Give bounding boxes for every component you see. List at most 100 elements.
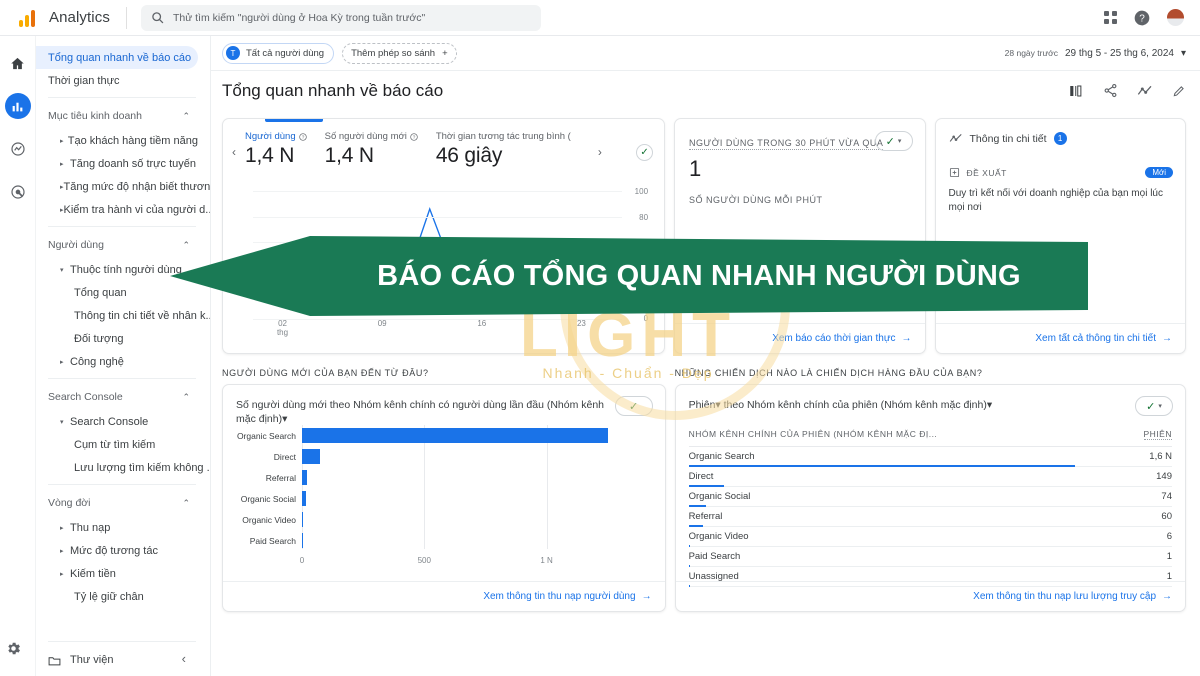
audience-chip[interactable]: T Tất cả người dùng [222,42,335,64]
sidebar-item-search-console[interactable]: ▾ Search Console [36,410,198,433]
sidebar-item-label: Thu nạp [70,521,111,534]
sidebar-group-search-console[interactable]: Search Console ⌃ [36,384,198,410]
insights-count-badge: 1 [1053,132,1067,145]
table-row[interactable]: Organic Search 1,6 N [688,447,1172,467]
search-placeholder: Thử tìm kiếm "người dùng ở Hoa Kỳ trong … [172,11,426,24]
table-row[interactable]: Direct 149 [688,467,1172,487]
edit-icon[interactable] [1172,84,1186,98]
grid-apps-icon[interactable] [1104,11,1117,24]
metric-avg-engagement-time[interactable]: Thời gian tương tác trung bình ( 46 giây [436,131,589,168]
sidebar-item-audiences[interactable]: Đối tượng [36,327,198,350]
avatar[interactable] [1167,9,1184,26]
insights-new-badge: Mới [1145,167,1173,178]
sidebar-group-business-objectives[interactable]: Mục tiêu kinh doanh ⌃ [36,103,198,129]
x-tick-label: 1 N [540,556,553,565]
insights-all-link[interactable]: Xem tất cả thông tin chi tiết → [935,323,1185,353]
bar-label: Organic Video [242,514,296,525]
explore-icon[interactable] [5,136,31,162]
customize-compare-icon[interactable] [1069,84,1084,98]
bar-label: Direct [273,451,296,462]
icon-rail [0,36,36,676]
chevron-right-icon: ▸ [60,524,64,532]
link-label: Xem thông tin thu nạp người dùng [483,591,636,602]
info-icon: ? [410,132,418,141]
bar-label: Organic Search [236,430,296,441]
metric-label: Thời gian tương tác trung bình ( [435,131,571,142]
chevron-down-icon: ▾ [986,399,993,411]
sidebar-item-label: Tăng mức độ nhận biết thươn... [63,180,211,193]
insights-body-text: Duy trì kết nối với doanh nghiệp của bạn… [948,188,1163,213]
sidebar-item-realtime[interactable]: Thời gian thực [36,69,198,92]
row-label: Referral [688,511,723,522]
svg-text:?: ? [1139,13,1145,24]
sidebar-item-tech[interactable]: ▸ Công nghệ [36,350,198,373]
table-row[interactable]: Organic Social 74 [688,487,1172,507]
arrow-right-icon: → [901,333,912,344]
bar-fill [302,491,307,506]
sidebar-item-generate-leads[interactable]: ▸ Tạo khách hàng tiềm năng [36,129,198,152]
realtime-quality-badge[interactable]: ✓ ▾ [874,131,913,151]
x-tick-label: 500 [417,556,431,565]
column-header-metric: PHIÊN [1143,429,1172,440]
sidebar-item-raise-brand-awareness[interactable]: ▸ Tăng mức độ nhận biết thươn... [36,175,210,198]
check-circle-icon: ✓ [885,135,895,148]
bar-fill [302,428,608,443]
acquisition-link[interactable]: Xem thông tin thu nạp người dùng → [223,581,665,611]
sidebar-item-retention[interactable]: Tỷ lệ giữ chân [36,585,198,608]
chevron-right-icon: ▸ [60,137,64,145]
link-label: Xem tất cả thông tin chi tiết [1035,333,1156,344]
row-value: 6 [1166,531,1172,542]
sidebar-divider [48,641,196,642]
campaign-quality-badge[interactable]: ✓ ▾ [1135,396,1173,416]
acquisition-card-title-label: Số người dùng mới theo Nhóm kênh chính c… [236,399,605,425]
table-row[interactable]: Referral 60 [688,507,1172,527]
sidebar-item-acquisition[interactable]: ▸ Thu nạp [36,516,198,539]
data-quality-badge[interactable]: ✓ [636,144,654,161]
metric-new-users[interactable]: Số người dùng mới? 1,4 N [325,131,436,168]
sidebar-group-label: Vòng đời [48,497,91,509]
add-comparison-label: Thêm phép so sánh [351,47,436,59]
table-row[interactable]: Organic Video 6 [688,527,1172,547]
row-label: Organic Social [688,491,751,502]
sidebar-item-google-organic-search-traffic[interactable]: Lưu lượng tìm kiếm không ... [36,456,210,479]
sidebar-item-label: Kiếm tiền [70,567,116,580]
bar-label: Organic Social [240,493,296,504]
chevron-left-icon[interactable]: ‹ [182,651,186,666]
filter-chip-bar: T Tất cả người dùng Thêm phép so sánh + … [211,36,1200,70]
sidebar-group-lifecycle[interactable]: Vòng đời ⌃ [36,490,198,516]
check-circle-icon: ✓ [636,144,654,161]
share-icon[interactable] [1103,83,1118,98]
page-title: Tổng quan nhanh về báo cáo [222,80,444,100]
sidebar-item-monetisation[interactable]: ▸ Kiếm tiền [36,562,198,585]
row-label: Direct [688,471,714,482]
annotation-banner-text: BÁO CÁO TỔNG QUAN NHANH NGƯỜI DÙNG [377,259,1021,292]
page-title-row: Tổng quan nhanh về báo cáo [211,70,1200,110]
sidebar-item-examine-user-behaviour[interactable]: ▸ Kiểm tra hành vi của người d... [36,198,210,221]
home-icon[interactable] [5,50,31,76]
gear-icon[interactable] [5,640,22,662]
metric-prev-button[interactable]: ‹ [223,131,245,159]
chevron-right-icon: ▸ [60,160,64,168]
add-comparison-chip[interactable]: Thêm phép so sánh + [342,42,457,64]
help-icon[interactable]: ? [1134,10,1150,26]
sidebar-item-engagement[interactable]: ▸ Mức độ tương tác [36,539,198,562]
advertising-icon[interactable] [5,179,31,205]
search-input[interactable]: Thử tìm kiếm "người dùng ở Hoa Kỳ trong … [140,4,541,31]
info-icon: ? [298,132,307,141]
chevron-right-icon: ▸ [60,358,64,366]
insights-icon[interactable] [1137,84,1153,98]
realtime-label: NGƯỜI DÙNG TRONG 30 PHÚT VỪA QUA [689,138,884,150]
reports-icon[interactable] [4,93,31,119]
metric-users[interactable]: Người dùng? 1,4 N [245,131,325,168]
app-header: Analytics Thử tìm kiếm "người dùng ở Hoa… [0,0,1200,36]
link-label: Xem báo cáo thời gian thực [772,333,896,344]
header-divider [125,6,127,29]
metric-next-button[interactable]: › [589,131,611,159]
sidebar-item-queries[interactable]: Cụm từ tìm kiếm [36,433,198,456]
date-range-picker[interactable]: 28 ngày trước 29 thg 5 - 25 thg 6, 2024 … [1005,48,1186,59]
sidebar-item-drive-online-sales[interactable]: ▸ Tăng doanh số trực tuyến [36,152,198,175]
sidebar-item-reports-snapshot[interactable]: Tổng quan nhanh về báo cáo [36,46,198,69]
realtime-value: 1 [689,156,702,181]
table-row[interactable]: Paid Search 1 [688,547,1172,567]
campaign-link[interactable]: Xem thông tin thu nạp lưu lượng truy cập… [675,581,1185,611]
